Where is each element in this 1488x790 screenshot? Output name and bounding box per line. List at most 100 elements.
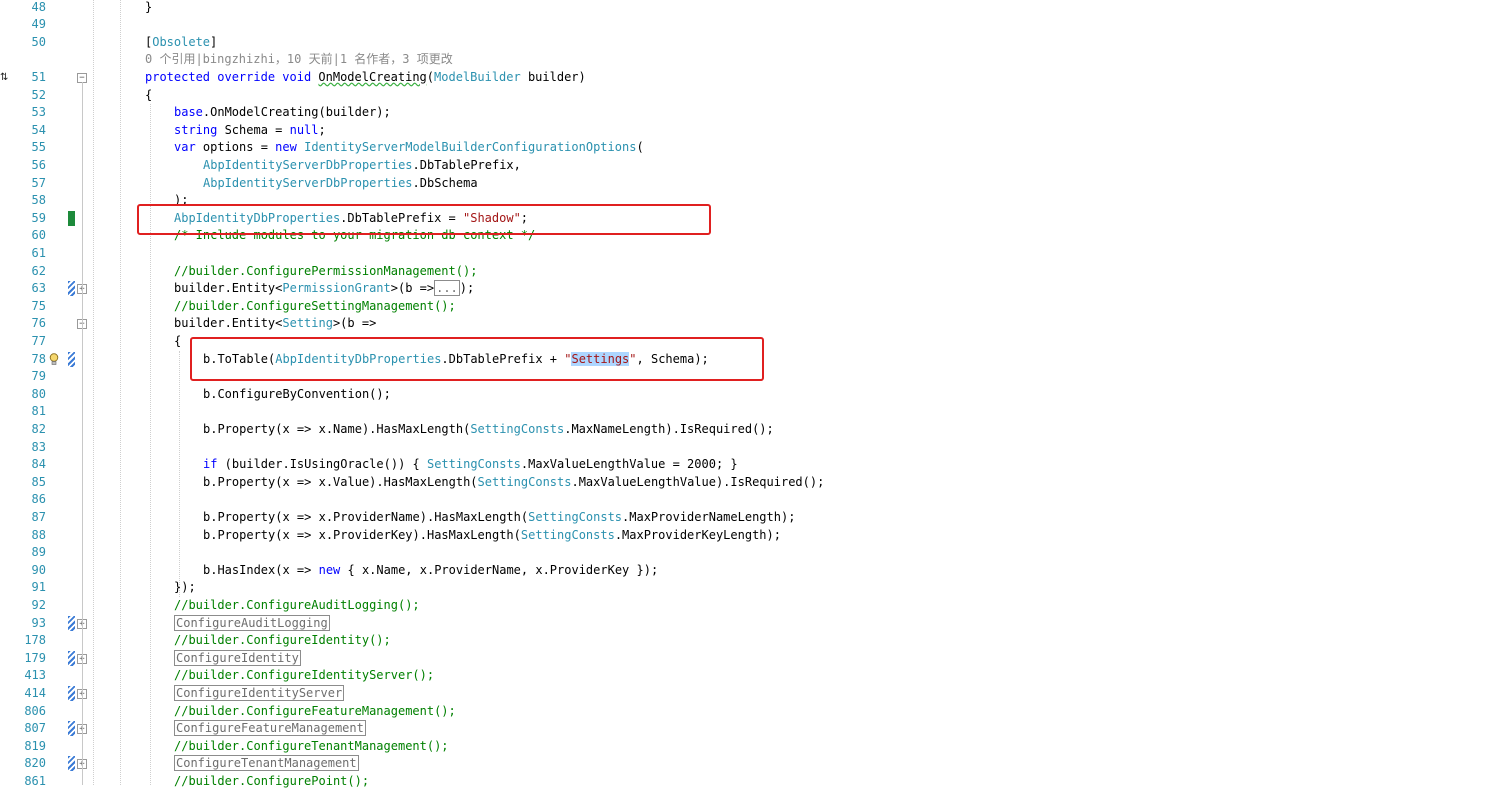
code-text: b.ConfigureByConvention();	[203, 386, 391, 404]
code-text: //builder.ConfigurePoint();	[174, 773, 369, 790]
code-line[interactable]: 0 个引用|bingzhizhi，10 天前|1 名作者，3 项更改	[0, 51, 1488, 69]
code-line[interactable]: 53 base.OnModelCreating(builder);	[0, 104, 1488, 122]
code-token: //builder.ConfigurePermissionManagement(…	[174, 263, 478, 278]
line-number: 51	[31, 69, 46, 84]
code-line[interactable]: 88 b.Property(x => x.ProviderKey).HasMaxL…	[0, 527, 1488, 545]
unsaved-change-marker	[68, 351, 75, 367]
code-line[interactable]: 413 //builder.ConfigureIdentityServer();	[0, 667, 1488, 685]
code-token: b.Property(x => x.Value).HasMaxLength(	[203, 474, 478, 489]
code-token: ]	[210, 34, 218, 49]
code-token: Setting	[282, 316, 333, 331]
line-number: 63	[31, 281, 46, 296]
code-line[interactable]: 62 //builder.ConfigurePermissionManagemen…	[0, 263, 1488, 281]
code-token: Schema =	[217, 122, 290, 137]
line-number: 861	[24, 773, 46, 788]
code-line[interactable]: 84 if (builder.IsUsingOracle()) { Setting…	[0, 456, 1488, 474]
code-line[interactable]: 807+ConfigureFeatureManagement	[0, 720, 1488, 738]
code-token: ConfigureFeatureManagement	[174, 720, 366, 737]
code-token: Obsolete	[152, 34, 211, 49]
code-line[interactable]: 85 b.Property(x => x.Value).HasMaxLength(…	[0, 474, 1488, 492]
code-token: {	[145, 87, 153, 102]
line-number: 80	[31, 386, 46, 401]
code-token: .MaxNameLength).IsRequired();	[564, 421, 774, 436]
code-text: var options = new IdentityServerModelBui…	[174, 139, 644, 157]
code-token: SettingConsts	[470, 421, 565, 436]
code-token: builder.Entity<	[174, 316, 283, 331]
line-number: 89	[31, 545, 46, 560]
code-token: b.Property(x => x.ProviderName).HasMaxLe…	[203, 509, 529, 524]
line-number: 819	[24, 738, 46, 753]
code-line[interactable]: 819 //builder.ConfigureTenantManagement()…	[0, 738, 1488, 756]
code-text: if (builder.IsUsingOracle()) { SettingCo…	[203, 456, 738, 474]
line-number: 50	[31, 34, 46, 49]
line-number: 90	[31, 562, 46, 577]
code-line[interactable]: 861 //builder.ConfigurePoint();	[0, 773, 1488, 790]
code-line[interactable]: 86	[0, 491, 1488, 509]
code-line[interactable]: 48}	[0, 0, 1488, 16]
code-line[interactable]: 93+ConfigureAuditLogging	[0, 614, 1488, 633]
code-line[interactable]: 92 //builder.ConfigureAuditLogging();	[0, 597, 1488, 615]
indent-guide	[179, 350, 180, 597]
code-line[interactable]: 806 //builder.ConfigureFeatureManagement(…	[0, 703, 1488, 721]
indent-guide	[120, 0, 121, 785]
code-line[interactable]: 83	[0, 439, 1488, 457]
code-text: [Obsolete]	[145, 34, 217, 52]
code-text: b.Property(x => x.Value).HasMaxLength(Se…	[203, 474, 824, 492]
code-line[interactable]: 87 b.Property(x => x.ProviderName).HasMax…	[0, 509, 1488, 527]
code-line[interactable]: 414+ConfigureIdentityServer	[0, 684, 1488, 703]
code-text: AbpIdentityServerDbProperties.DbSchema	[203, 175, 478, 193]
code-text: //builder.ConfigureAuditLogging();	[174, 597, 420, 615]
code-line[interactable]: 820+ConfigureTenantManagement	[0, 755, 1488, 773]
code-line[interactable]: 76−builder.Entity<Setting>(b =>	[0, 315, 1488, 333]
code-line[interactable]: 56 AbpIdentityServerDbProperties.DbTableP…	[0, 157, 1488, 175]
line-number: 60	[31, 228, 46, 243]
line-number: 59	[31, 210, 46, 225]
code-line[interactable]: 75 //builder.ConfigureSettingManagement()…	[0, 298, 1488, 316]
code-line[interactable]: 179+ConfigureIdentity	[0, 649, 1488, 668]
code-line[interactable]: 89	[0, 544, 1488, 562]
code-line[interactable]: 80 b.ConfigureByConvention();	[0, 386, 1488, 404]
code-line[interactable]: 90 b.HasIndex(x => new { x.Name, x.Provid…	[0, 562, 1488, 580]
line-number: 81	[31, 404, 46, 419]
code-line[interactable]: 52 {	[0, 87, 1488, 105]
code-token: //builder.ConfigureIdentity();	[174, 633, 391, 648]
line-number: 85	[31, 474, 46, 489]
code-token: //builder.ConfigureIdentityServer();	[174, 668, 435, 683]
line-number: 86	[31, 492, 46, 507]
code-token: ...	[434, 280, 460, 297]
code-line[interactable]: 61	[0, 245, 1488, 263]
code-lens[interactable]: 0 个引用|bingzhizhi，10 天前|1 名作者，3 项更改	[145, 51, 453, 69]
code-token: .MaxProviderNameLength);	[622, 509, 796, 524]
code-token: builder.Entity<	[174, 281, 283, 296]
code-line[interactable]: 55 var options = new IdentityServerModelB…	[0, 139, 1488, 157]
code-line[interactable]: 49	[0, 16, 1488, 34]
code-token: //builder.ConfigureAuditLogging();	[174, 597, 420, 612]
code-line[interactable]: 54 string Schema = null;	[0, 122, 1488, 140]
code-line[interactable]: 81	[0, 403, 1488, 421]
code-text: b.HasIndex(x => new { x.Name, x.Provider…	[203, 562, 658, 580]
unsaved-change-marker	[68, 281, 75, 297]
code-text: b.Property(x => x.ProviderKey).HasMaxLen…	[203, 527, 781, 545]
code-token: base	[174, 105, 203, 120]
code-text: string Schema = null;	[174, 122, 326, 140]
line-number: 75	[31, 298, 46, 313]
line-number: 58	[31, 193, 46, 208]
lightbulb-icon[interactable]	[49, 352, 59, 366]
code-text: ConfigureIdentity	[174, 649, 301, 668]
code-token: b.Property(x => x.ProviderKey).HasMaxLen…	[203, 527, 521, 542]
code-line[interactable]: 50 [Obsolete]	[0, 34, 1488, 52]
code-text: ConfigureIdentityServer	[174, 684, 345, 703]
code-token: if	[203, 457, 218, 472]
code-token: SettingConsts	[520, 527, 615, 542]
code-token: });	[174, 580, 196, 595]
code-text: //builder.ConfigureTenantManagement();	[174, 738, 449, 756]
code-line[interactable]: 57 AbpIdentityServerDbProperties.DbSchema	[0, 175, 1488, 193]
code-line[interactable]: 63+builder.Entity<PermissionGrant>(b =>.…	[0, 280, 1488, 298]
code-line[interactable]: 82 b.Property(x => x.Name).HasMaxLength(S…	[0, 421, 1488, 439]
code-line[interactable]: 91});	[0, 579, 1488, 597]
code-line[interactable]: 178 //builder.ConfigureIdentity();	[0, 632, 1488, 650]
code-editor[interactable]: ⇅ 48} 49 50 [Obsolete] 0 个引用|bingzhizhi，10 天…	[0, 0, 1488, 788]
line-number: 93	[31, 615, 46, 630]
line-number: 56	[31, 157, 46, 172]
code-line[interactable]: 51− protected override void OnModelCreati…	[0, 69, 1488, 87]
